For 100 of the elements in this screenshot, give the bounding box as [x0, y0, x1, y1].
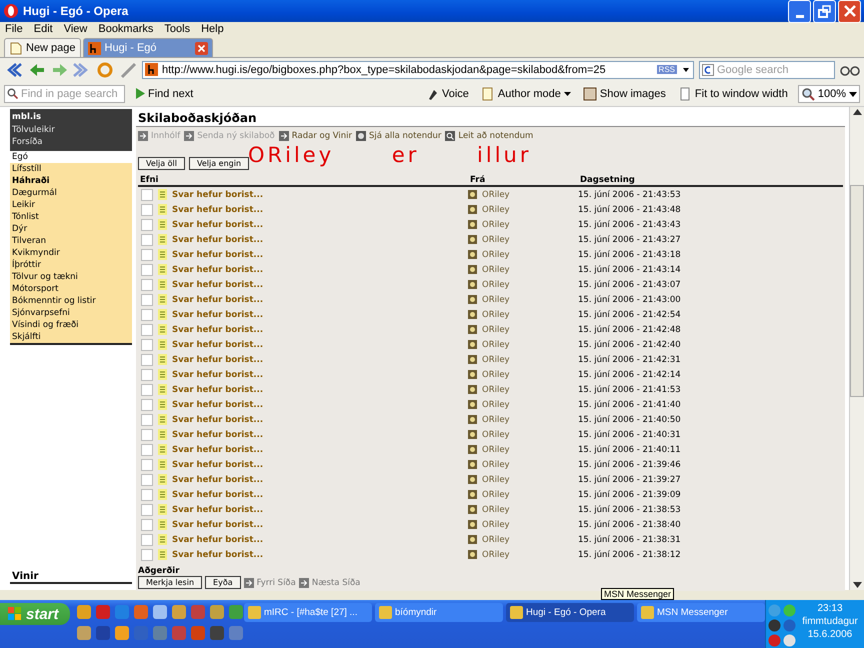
menu-item[interactable]: Tools	[164, 23, 190, 35]
sidebar-item[interactable]: Mótorsport	[10, 282, 132, 294]
program-icon[interactable]	[228, 625, 244, 641]
taskbar-button[interactable]: Hugi - Egó - Opera	[506, 603, 634, 622]
message-subject[interactable]: Svar hefur borist...	[172, 490, 264, 500]
message-subject[interactable]: Svar hefur borist...	[172, 550, 264, 560]
taskbar-button[interactable]: MSN Messenger	[637, 603, 765, 622]
find-next-button[interactable]: Find next	[133, 88, 196, 100]
checkbox[interactable]	[141, 384, 153, 396]
checkbox[interactable]	[141, 294, 153, 306]
message-subject[interactable]: Svar hefur borist...	[172, 220, 264, 230]
message-subject[interactable]: Svar hefur borist...	[172, 370, 264, 380]
message-subject[interactable]: Svar hefur borist...	[172, 504, 264, 514]
message-subject[interactable]: Svar hefur borist...	[172, 340, 264, 350]
taskbar-button[interactable]: bíómyndir	[375, 603, 503, 622]
message-subject[interactable]: Svar hefur borist...	[172, 520, 264, 530]
checkbox[interactable]	[141, 218, 153, 230]
checkbox[interactable]	[141, 204, 153, 216]
checkbox[interactable]	[141, 308, 153, 320]
checkbox[interactable]	[141, 518, 153, 530]
message-subject[interactable]: Svar hefur borist...	[172, 264, 264, 274]
scrollbar[interactable]	[849, 107, 864, 590]
sender-link[interactable]: ORiley	[482, 550, 510, 560]
checkbox[interactable]	[141, 264, 153, 276]
checkbox[interactable]	[141, 504, 153, 516]
sidebar-item[interactable]: Háhraði	[10, 174, 132, 186]
taskbar-button[interactable]: mIRC - [#ha$te [27] ...	[244, 603, 372, 622]
sender-link[interactable]: ORiley	[482, 384, 510, 394]
program-icon[interactable]	[76, 625, 92, 641]
close-icon[interactable]	[194, 42, 208, 54]
program-icon[interactable]	[152, 604, 168, 620]
sender-link[interactable]: ORiley	[482, 414, 510, 424]
menu-item[interactable]: Help	[201, 23, 224, 35]
author-mode-button[interactable]: Author mode	[478, 86, 573, 100]
menu-item[interactable]: Bookmarks	[98, 23, 154, 35]
voice-button[interactable]: Voice	[422, 86, 471, 100]
sender-link[interactable]: ORiley	[482, 190, 510, 200]
scroll-thumb[interactable]	[850, 185, 864, 397]
message-subject[interactable]: Svar hefur borist...	[172, 280, 264, 290]
menu-item[interactable]: File	[5, 23, 23, 35]
sender-link[interactable]: ORiley	[482, 234, 510, 244]
sidebar-item[interactable]: Lífsstíll	[10, 162, 132, 174]
checkbox[interactable]	[141, 338, 153, 350]
sender-link[interactable]: ORiley	[482, 490, 510, 500]
sender-link[interactable]: ORiley	[482, 460, 510, 470]
sender-link[interactable]: ORiley	[482, 264, 510, 274]
sidebar-item[interactable]: Íþróttir	[10, 258, 132, 270]
checkbox[interactable]	[141, 444, 153, 456]
browser-tab[interactable]: New page	[4, 38, 81, 57]
program-icon[interactable]	[76, 604, 92, 620]
sidebar-item[interactable]: Tölvur og tækni	[10, 270, 132, 282]
search-field[interactable]: Google search	[699, 60, 835, 78]
checkbox[interactable]	[141, 414, 153, 426]
sidebar-link[interactable]: mbl.is	[10, 111, 132, 124]
message-subject[interactable]: Svar hefur borist...	[172, 354, 264, 364]
message-subject[interactable]: Svar hefur borist...	[172, 234, 264, 244]
sender-link[interactable]: ORiley	[482, 204, 510, 214]
program-icon[interactable]	[209, 604, 225, 620]
message-subject[interactable]: Svar hefur borist...	[172, 474, 264, 484]
sender-link[interactable]: ORiley	[482, 430, 510, 440]
checkbox[interactable]	[141, 248, 153, 260]
tray-icon[interactable]	[783, 619, 796, 632]
tray-icon[interactable]	[768, 634, 781, 647]
tray-icon[interactable]	[768, 619, 781, 632]
message-subject[interactable]: Svar hefur borist...	[172, 430, 264, 440]
menu-item[interactable]: View	[64, 23, 88, 35]
message-subject[interactable]: Svar hefur borist...	[172, 250, 264, 260]
sender-link[interactable]: ORiley	[482, 220, 510, 230]
sidebar-item[interactable]: Skjálfti	[10, 330, 132, 342]
program-icon[interactable]	[209, 625, 225, 641]
sender-link[interactable]: ORiley	[482, 520, 510, 530]
sender-link[interactable]: ORiley	[482, 370, 510, 380]
sender-link[interactable]: ORiley	[482, 400, 510, 410]
browser-tab[interactable]: Hugi - Egó	[82, 38, 213, 57]
show-images-button[interactable]: Show images	[580, 86, 668, 100]
sidebar-item[interactable]: Bókmenntir og listir	[10, 294, 132, 306]
start-button[interactable]: start	[0, 603, 70, 625]
checkbox[interactable]	[141, 474, 153, 486]
zoom-field[interactable]: 100%	[798, 84, 860, 102]
message-subject[interactable]: Svar hefur borist...	[172, 190, 264, 200]
sidebar-item[interactable]: Sjónvarpsefni	[10, 306, 132, 318]
minimize-button[interactable]	[788, 0, 811, 22]
action-button[interactable]: Eyða	[205, 576, 241, 589]
sender-link[interactable]: ORiley	[482, 354, 510, 364]
checkbox[interactable]	[141, 188, 153, 200]
nav-link[interactable]: Sjá alla notendur	[356, 131, 442, 141]
sender-link[interactable]: ORiley	[482, 474, 510, 484]
program-icon[interactable]	[228, 604, 244, 620]
checkbox[interactable]	[141, 398, 153, 410]
checkbox[interactable]	[141, 548, 153, 560]
address-field[interactable]: http://www.hugi.is/ego/bigboxes.php?box_type=skilabodaskjodan&page=skilabod&from=25 RSS	[142, 60, 694, 78]
sender-link[interactable]: ORiley	[482, 534, 510, 544]
checkbox[interactable]	[141, 324, 153, 336]
close-button[interactable]	[838, 0, 861, 22]
message-subject[interactable]: Svar hefur borist...	[172, 534, 264, 544]
select-button[interactable]: Velja öll	[138, 156, 186, 170]
rss-badge[interactable]: RSS	[656, 65, 677, 74]
sidebar-link[interactable]: Forsíða	[10, 136, 132, 148]
checkbox[interactable]	[141, 234, 153, 246]
sidebar-link[interactable]: Tölvuleikir	[10, 124, 132, 136]
